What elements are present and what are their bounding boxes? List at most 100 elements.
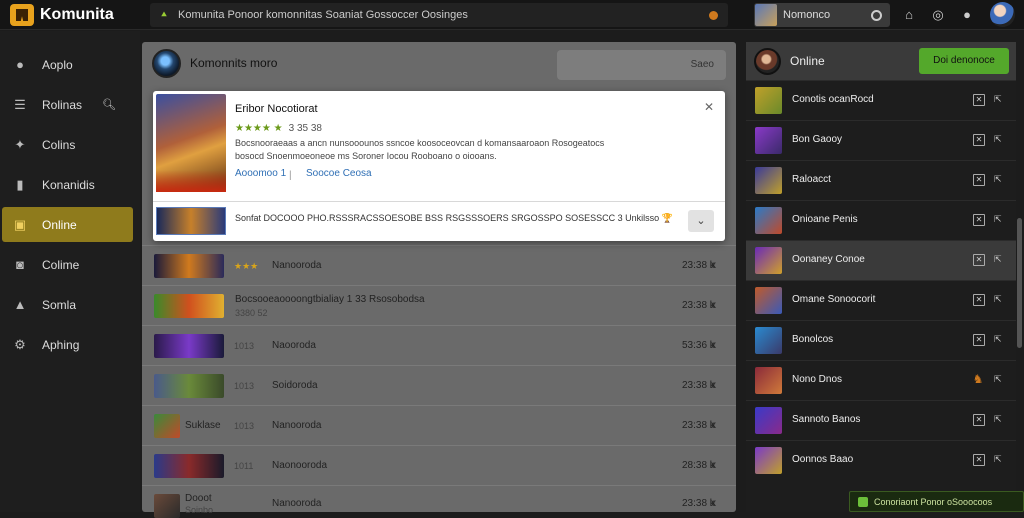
row-title: Bocsooeaoooongtbialiay 1 33 Rsosobodsa: [235, 294, 425, 305]
row-close-icon[interactable]: x: [711, 380, 716, 391]
notice-bar[interactable]: ⯅ Komunita Ponoor komonnitas Soaniat Gos…: [150, 3, 728, 27]
list-item[interactable]: Onioane Penis ✕ ⇱: [746, 200, 1016, 240]
row-close-icon[interactable]: x: [711, 260, 716, 271]
checkbox-icon[interactable]: ✕: [973, 134, 985, 146]
checkbox-icon[interactable]: ✕: [973, 454, 985, 466]
row-subtitle: Soinbo: [185, 505, 214, 515]
sidebar-item-somla[interactable]: ▲ Somla: [2, 287, 133, 322]
chat-icon[interactable]: ●: [960, 8, 974, 22]
search-icon[interactable]: [871, 9, 882, 21]
user-avatar[interactable]: [990, 2, 1015, 27]
table-row[interactable]: Bocsooeaoooongtbialiay 1 33 Rsosobodsa 3…: [142, 285, 736, 325]
online-avatar[interactable]: [754, 48, 781, 75]
checkbox-icon[interactable]: ✕: [973, 174, 985, 186]
main-action-button[interactable]: Saeo: [557, 50, 726, 80]
popup-link-primary[interactable]: Aooomoo 1: [235, 168, 286, 179]
game-thumbnail: [154, 454, 224, 478]
bird-icon: ✦: [14, 136, 26, 152]
row-close-icon[interactable]: x: [711, 300, 716, 311]
top-bar: Komunita ⯅ Komunita Ponoor komonnitas So…: [0, 0, 1024, 30]
search-box[interactable]: Nomonco: [754, 3, 890, 27]
arrow-icon[interactable]: ⇱: [994, 454, 1002, 465]
arrow-icon[interactable]: ⇱: [994, 214, 1002, 225]
online-panel: Online Doi denonoce Conotis ocanRocd ✕ ⇱ …: [746, 42, 1016, 512]
apple-icon: ●: [16, 56, 24, 72]
app-logo[interactable]: Komunita: [10, 4, 114, 26]
row-close-icon[interactable]: x: [711, 420, 716, 431]
table-row[interactable]: Dooot Soinbo Nanooroda 23:38 k x: [142, 485, 736, 518]
row-rank: 1013: [234, 341, 255, 351]
row-meta: 28:38 k: [682, 460, 715, 471]
friend-avatar: [755, 407, 782, 434]
arrow-icon[interactable]: ⇱: [994, 334, 1002, 345]
table-row[interactable]: 1013 Naooroda 53:36 k x: [142, 325, 736, 365]
sidebar-item-label: Online: [42, 217, 77, 232]
rating-number: 3 35 38: [288, 123, 322, 134]
group-avatar[interactable]: [152, 49, 181, 78]
list-item[interactable]: Omane Sonoocorit ✕ ⇱: [746, 280, 1016, 320]
notification-toast[interactable]: Conoriaont Ponor oSooocoos: [849, 491, 1024, 512]
friend-name: Bon Gaooy: [792, 134, 843, 145]
row-name: Nanooroda: [272, 498, 322, 509]
arrow-icon[interactable]: ⇱: [994, 374, 1002, 385]
row-close-icon[interactable]: x: [711, 460, 716, 471]
table-row[interactable]: 1011 Naonooroda 28:38 k x: [142, 445, 736, 485]
arrow-icon[interactable]: ⇱: [994, 174, 1002, 185]
checkbox-icon[interactable]: ✕: [973, 294, 985, 306]
scrollbar[interactable]: [1017, 218, 1022, 348]
trophy-icon[interactable]: ♞: [970, 372, 986, 388]
search-small-icon[interactable]: 🔍︎: [102, 98, 116, 111]
checkbox-icon[interactable]: ✕: [973, 414, 985, 426]
sidebar-item-konanidis[interactable]: ▮ Konanidis: [2, 167, 133, 202]
chevron-down-icon[interactable]: ⌄: [688, 210, 714, 232]
list-item[interactable]: Oonaney Conoe ✕ ⇱: [746, 240, 1016, 280]
table-row[interactable]: Suklase 1013 Nanooroda 23:38 k x: [142, 405, 736, 445]
friend-name: Raloacct: [792, 174, 831, 185]
popup-link-secondary[interactable]: Soocoe Ceosa: [306, 168, 372, 179]
checkbox-icon[interactable]: ✕: [973, 214, 985, 226]
online-action-button[interactable]: Doi denonoce: [919, 48, 1009, 74]
list-item[interactable]: Bonolcos ✕ ⇱: [746, 320, 1016, 360]
row-meta: 23:38 k: [682, 498, 715, 509]
checkbox-icon[interactable]: ✕: [973, 254, 985, 266]
list-icon: ☰: [14, 96, 26, 112]
game-cover-art: [156, 94, 226, 192]
arrow-icon[interactable]: ⇱: [994, 414, 1002, 425]
game-icon: ⚙: [14, 336, 26, 352]
close-icon[interactable]: ✕: [704, 100, 714, 114]
main-title: Komonnits moro: [190, 56, 278, 70]
friend-avatar: [755, 127, 782, 154]
arrow-icon[interactable]: ⇱: [994, 94, 1002, 105]
list-item[interactable]: Raloacct ✕ ⇱: [746, 160, 1016, 200]
sidebar-item-aoplo[interactable]: ● Aoplo: [2, 47, 133, 82]
checkbox-icon[interactable]: ✕: [973, 94, 985, 106]
list-item[interactable]: Nono Dnos ♞ ⇱: [746, 360, 1016, 400]
table-row[interactable]: 1013 Soidoroda 23:38 k x: [142, 365, 736, 405]
promo-thumbnail: [156, 207, 226, 235]
sidebar-item-colime[interactable]: ◙ Colime: [2, 247, 133, 282]
arrow-icon[interactable]: ⇱: [994, 134, 1002, 145]
row-title: Dooot: [185, 493, 212, 504]
home-icon[interactable]: ⌂: [902, 8, 916, 22]
camera-icon: ◙: [16, 256, 24, 272]
row-close-icon[interactable]: x: [711, 498, 716, 509]
game-thumbnail: [154, 334, 224, 358]
list-item[interactable]: Oonnos Baao ✕ ⇱: [746, 440, 1016, 480]
arrow-icon[interactable]: ⇱: [994, 294, 1002, 305]
sidebar-item-online[interactable]: ▣ Online: [2, 207, 133, 242]
sidebar-item-rolinas[interactable]: ☰ Rolinas 🔍︎: [2, 87, 133, 122]
checkbox-icon[interactable]: ✕: [973, 334, 985, 346]
friend-name: Onioane Penis: [792, 214, 858, 225]
sidebar-item-colins[interactable]: ✦ Colins: [2, 127, 133, 162]
row-close-icon[interactable]: x: [711, 340, 716, 351]
list-item[interactable]: Sannoto Banos ✕ ⇱: [746, 400, 1016, 440]
list-item[interactable]: Bon Gaooy ✕ ⇱: [746, 120, 1016, 160]
table-row[interactable]: ★★★ Nanooroda 23:38 k x: [142, 245, 736, 285]
arrow-icon[interactable]: ⇱: [994, 254, 1002, 265]
gamepad-icon[interactable]: ◎: [931, 8, 945, 22]
sidebar-item-aphing[interactable]: ⚙ Aphing: [2, 327, 133, 362]
list-item[interactable]: Conotis ocanRocd ✕ ⇱: [746, 80, 1016, 120]
promo-text: Sonfat DOCOOO PHO.RSSSRACSSOESOBE BSS RS…: [235, 213, 673, 223]
app-title: Komunita: [40, 6, 114, 23]
row-rank: 1013: [234, 381, 255, 391]
